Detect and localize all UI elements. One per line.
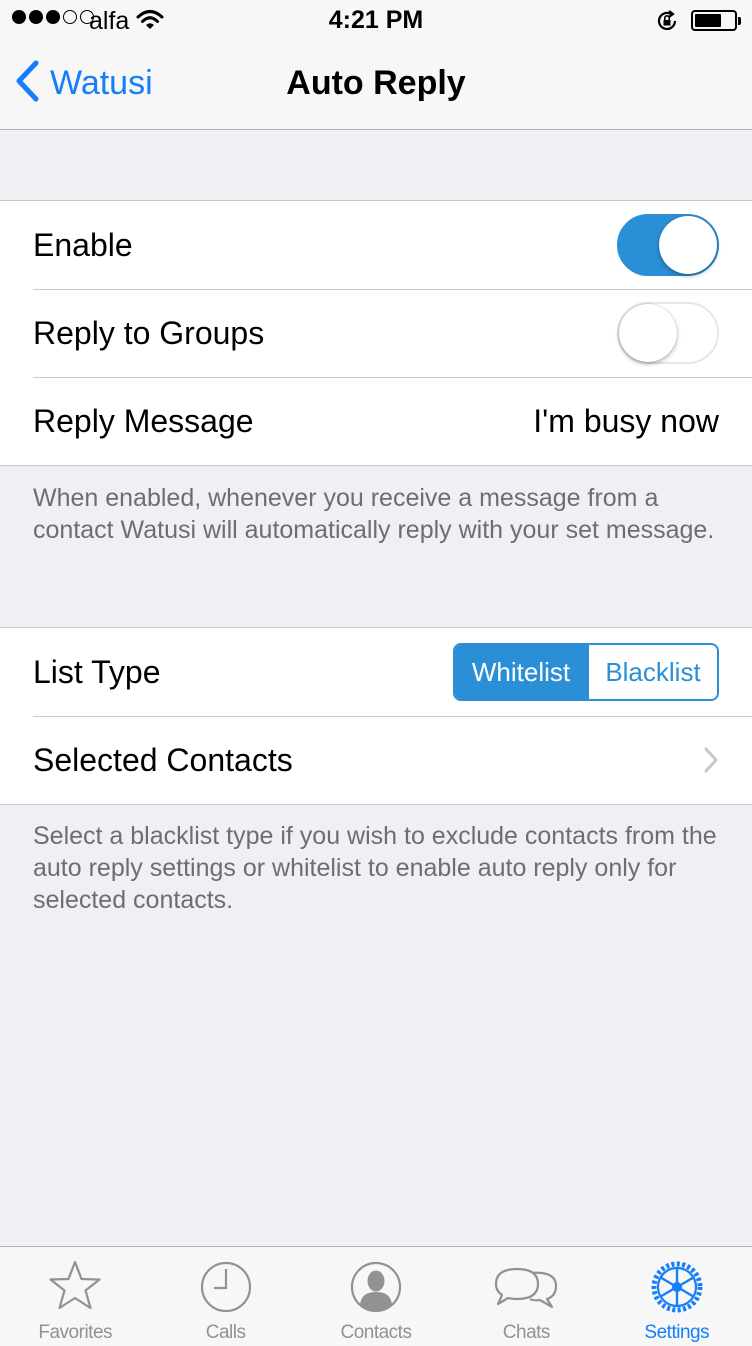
gear-icon — [649, 1259, 705, 1320]
status-time: 4:21 PM — [328, 6, 424, 34]
tab-contacts[interactable]: Contacts — [301, 1247, 451, 1346]
top-bar: alfa 4:21 PM Watusi Auto Reply — [0, 0, 752, 130]
auto-reply-description: When enabled, whenever you receive a mes… — [33, 484, 715, 544]
selected-contacts-row[interactable]: Selected Contacts — [0, 716, 752, 804]
tab-settings[interactable]: Settings — [602, 1247, 752, 1346]
blacklist-segment[interactable]: Blacklist — [587, 645, 717, 699]
tab-favorites[interactable]: Favorites — [0, 1247, 150, 1346]
enable-row: Enable — [0, 201, 752, 289]
reply-to-groups-label: Reply to Groups — [33, 314, 265, 351]
clock-icon — [198, 1259, 254, 1320]
person-icon — [348, 1259, 404, 1320]
enable-toggle[interactable] — [617, 214, 719, 276]
battery-icon — [691, 10, 741, 31]
reply-message-label: Reply Message — [33, 402, 254, 439]
tab-chats[interactable]: Chats — [451, 1247, 601, 1346]
list-type-label: List Type — [33, 653, 161, 690]
tab-bar: Favorites Calls Contacts Chats Settings — [0, 1246, 752, 1346]
tab-label: Calls — [205, 1322, 246, 1343]
page-title: Auto Reply — [286, 64, 466, 102]
tab-calls[interactable]: Calls — [150, 1247, 300, 1346]
list-type-row: List Type Whitelist Blacklist — [0, 628, 752, 716]
list-type-description: Select a blacklist type if you wish to e… — [33, 822, 717, 914]
enable-label: Enable — [33, 226, 133, 263]
list-type-segmented-control: Whitelist Blacklist — [453, 643, 719, 701]
whitelist-segment[interactable]: Whitelist — [455, 645, 587, 699]
tab-label: Favorites — [38, 1322, 113, 1343]
reply-to-groups-row: Reply to Groups — [0, 289, 752, 377]
tab-label: Settings — [644, 1322, 710, 1343]
reply-message-row[interactable]: Reply Message I'm busy now — [0, 377, 752, 465]
reply-message-value: I'm busy now — [533, 402, 719, 439]
list-settings-group: List Type Whitelist Blacklist Selected C… — [0, 627, 752, 805]
chevron-right-icon — [703, 746, 719, 774]
status-bar: alfa 4:21 PM — [0, 0, 752, 40]
chat-bubbles-icon — [492, 1259, 560, 1320]
reply-to-groups-toggle[interactable] — [617, 302, 719, 364]
tab-label: Contacts — [340, 1322, 412, 1343]
tab-label: Chats — [502, 1322, 551, 1343]
selected-contacts-label: Selected Contacts — [33, 741, 293, 778]
navigation-bar: Watusi Auto Reply — [0, 40, 752, 130]
star-icon — [47, 1259, 103, 1320]
auto-reply-settings-group: Enable Reply to Groups Reply Message I'm… — [0, 200, 752, 466]
rotation-lock-icon — [655, 9, 679, 40]
